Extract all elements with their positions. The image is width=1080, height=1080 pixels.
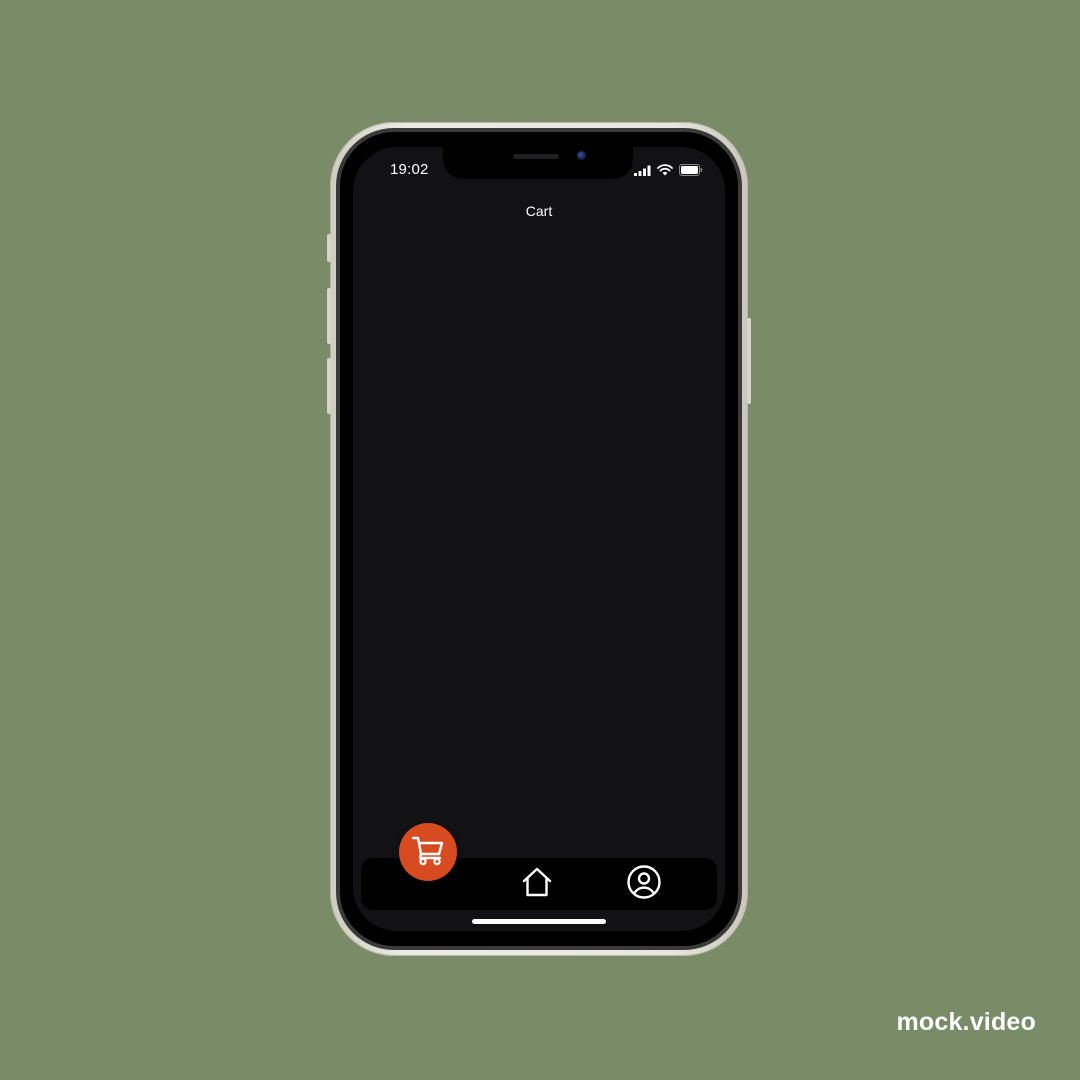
profile-icon xyxy=(626,864,662,905)
home-icon xyxy=(520,866,554,903)
wifi-icon xyxy=(657,163,673,181)
home-indicator[interactable] xyxy=(472,919,606,924)
status-time: 19:02 xyxy=(390,161,429,178)
volume-up-button xyxy=(327,288,331,344)
notch xyxy=(443,147,633,179)
nav-home-button[interactable] xyxy=(519,866,555,902)
stage: 19:02 Cart mock.video xyxy=(0,0,1080,1080)
phone-frame: 19:02 Cart xyxy=(327,122,751,956)
front-camera xyxy=(577,151,586,160)
power-button xyxy=(747,318,751,404)
volume-down-button xyxy=(327,358,331,414)
cart-button[interactable] xyxy=(399,823,457,881)
battery-icon xyxy=(679,163,703,181)
page-title: Cart xyxy=(525,203,553,219)
status-icons xyxy=(634,163,703,181)
nav-profile-button[interactable] xyxy=(626,864,662,905)
speaker-grille xyxy=(513,154,559,159)
watermark-text: mock.video xyxy=(896,1008,1036,1036)
phone-screen: 19:02 Cart xyxy=(353,147,725,931)
silent-switch xyxy=(327,234,331,262)
cart-icon xyxy=(411,834,445,871)
cellular-signal-icon xyxy=(634,163,651,181)
